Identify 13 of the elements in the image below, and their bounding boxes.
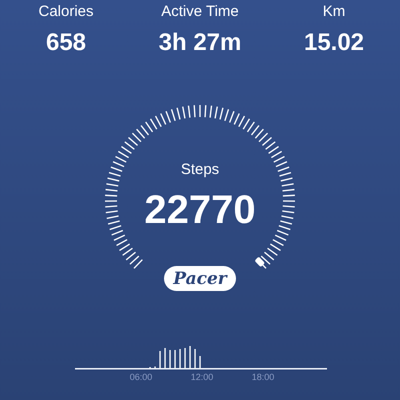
step-count: 22770 <box>144 187 256 233</box>
stat-label: Km <box>322 3 346 21</box>
stat-value: 15.02 <box>304 28 364 58</box>
stat-label: Calories <box>38 3 94 21</box>
time-label: 06:00 <box>130 372 152 382</box>
stat-label: Active Time <box>161 3 239 21</box>
stat-value: 3h 27m <box>158 28 242 58</box>
gauge-marker-icon <box>254 256 266 268</box>
time-label: 18:00 <box>252 372 274 382</box>
brand-logo: Pacer <box>164 266 236 291</box>
stat-value: 658 <box>46 28 86 58</box>
gauge-label: Steps <box>180 161 220 179</box>
time-label: 12:00 <box>190 372 214 382</box>
